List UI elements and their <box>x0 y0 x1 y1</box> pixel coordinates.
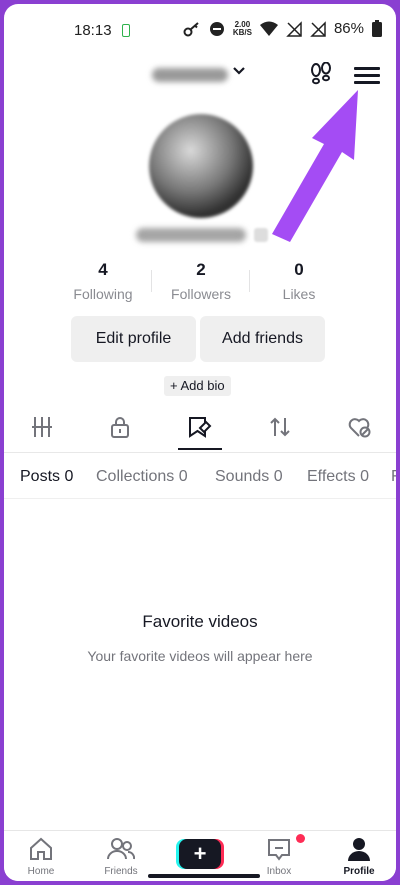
notification-dot <box>296 834 305 843</box>
divider <box>4 498 396 499</box>
tab-effects[interactable]: Effects 0 <box>307 468 369 486</box>
phone-screen: 18:13 2.00 KB/S 86% 4 Following 2 Follow… <box>4 4 396 881</box>
avatar[interactable] <box>149 114 253 218</box>
empty-state-subtitle: Your favorite videos will appear here <box>87 648 313 664</box>
active-tab-indicator <box>178 448 222 450</box>
empty-state-title: Favorite videos <box>142 612 258 631</box>
charging-battery-icon <box>122 24 130 37</box>
liked-icon <box>348 418 371 438</box>
annotation-arrow-icon <box>272 90 358 242</box>
bookmark-icon <box>189 417 212 438</box>
tab-favorites[interactable] <box>180 416 220 452</box>
tab-videos-grid[interactable] <box>22 416 62 452</box>
no-signal-icon <box>286 20 302 37</box>
add-bio-button[interactable]: + Add bio <box>164 376 231 396</box>
status-bar: 18:13 2.00 KB/S 86% <box>4 4 396 56</box>
friends-icon <box>107 838 136 860</box>
home-icon <box>30 837 52 860</box>
stat-following[interactable]: 4 Following <box>54 260 152 302</box>
network-speed: 2.00 KB/S <box>232 20 252 37</box>
edit-profile-button[interactable]: Edit profile <box>71 316 196 362</box>
footprints-icon[interactable] <box>310 62 332 86</box>
stat-count: 2 <box>196 260 206 279</box>
status-icons: 2.00 KB/S 86% <box>183 20 382 37</box>
profile-handle <box>136 228 246 242</box>
chevron-down-icon[interactable] <box>232 64 246 78</box>
repost-icon <box>270 417 290 437</box>
no-signal-icon-2 <box>310 20 326 37</box>
dnd-icon <box>209 21 224 36</box>
profile-stats: 4 Following 2 Followers 0 Likes <box>54 260 348 302</box>
battery-icon <box>372 20 382 37</box>
battery-percent: 86% <box>333 20 364 37</box>
username-switcher[interactable] <box>152 68 228 82</box>
status-time: 18:13 <box>74 22 112 39</box>
add-friends-button[interactable]: Add friends <box>200 316 325 362</box>
create-button[interactable]: + <box>176 839 224 869</box>
key-icon <box>183 21 199 36</box>
grid-icon <box>32 417 52 437</box>
gesture-home-bar[interactable] <box>148 874 260 878</box>
divider <box>4 452 396 453</box>
stat-count: 0 <box>294 260 304 279</box>
tab-sounds[interactable]: Sounds 0 <box>215 468 283 486</box>
nav-label: Home <box>27 866 55 877</box>
nav-friends[interactable]: Friends <box>86 837 156 877</box>
favorites-subtabs: Posts 0 Collections 0 Sounds 0 Effects 0… <box>4 456 396 498</box>
tab-private[interactable] <box>100 416 140 452</box>
nav-profile[interactable]: Profile <box>324 837 394 877</box>
tab-posts[interactable]: Posts 0 <box>20 468 73 486</box>
stat-count: 4 <box>98 260 108 279</box>
network-speed-unit: KB/S <box>232 27 252 37</box>
nav-inbox[interactable]: Inbox <box>244 837 314 877</box>
stat-label: Following <box>73 286 133 302</box>
tab-reposts[interactable] <box>260 416 300 452</box>
wifi-icon <box>259 21 278 36</box>
nav-label: Profile <box>343 866 375 877</box>
tab-liked[interactable] <box>340 416 380 452</box>
profile-icon <box>348 838 370 861</box>
tab-collections[interactable]: Collections 0 <box>96 468 188 486</box>
stat-followers[interactable]: 2 Followers <box>152 260 250 302</box>
stat-label: Likes <box>282 286 316 302</box>
stat-likes[interactable]: 0 Likes <box>250 260 348 302</box>
inbox-icon <box>268 839 290 861</box>
nav-home[interactable]: Home <box>6 837 76 877</box>
nav-label: Friends <box>104 866 138 877</box>
plus-icon: + <box>179 839 221 869</box>
stat-label: Followers <box>171 286 231 302</box>
tab-more[interactable]: F <box>391 468 396 486</box>
lock-icon <box>111 417 129 438</box>
